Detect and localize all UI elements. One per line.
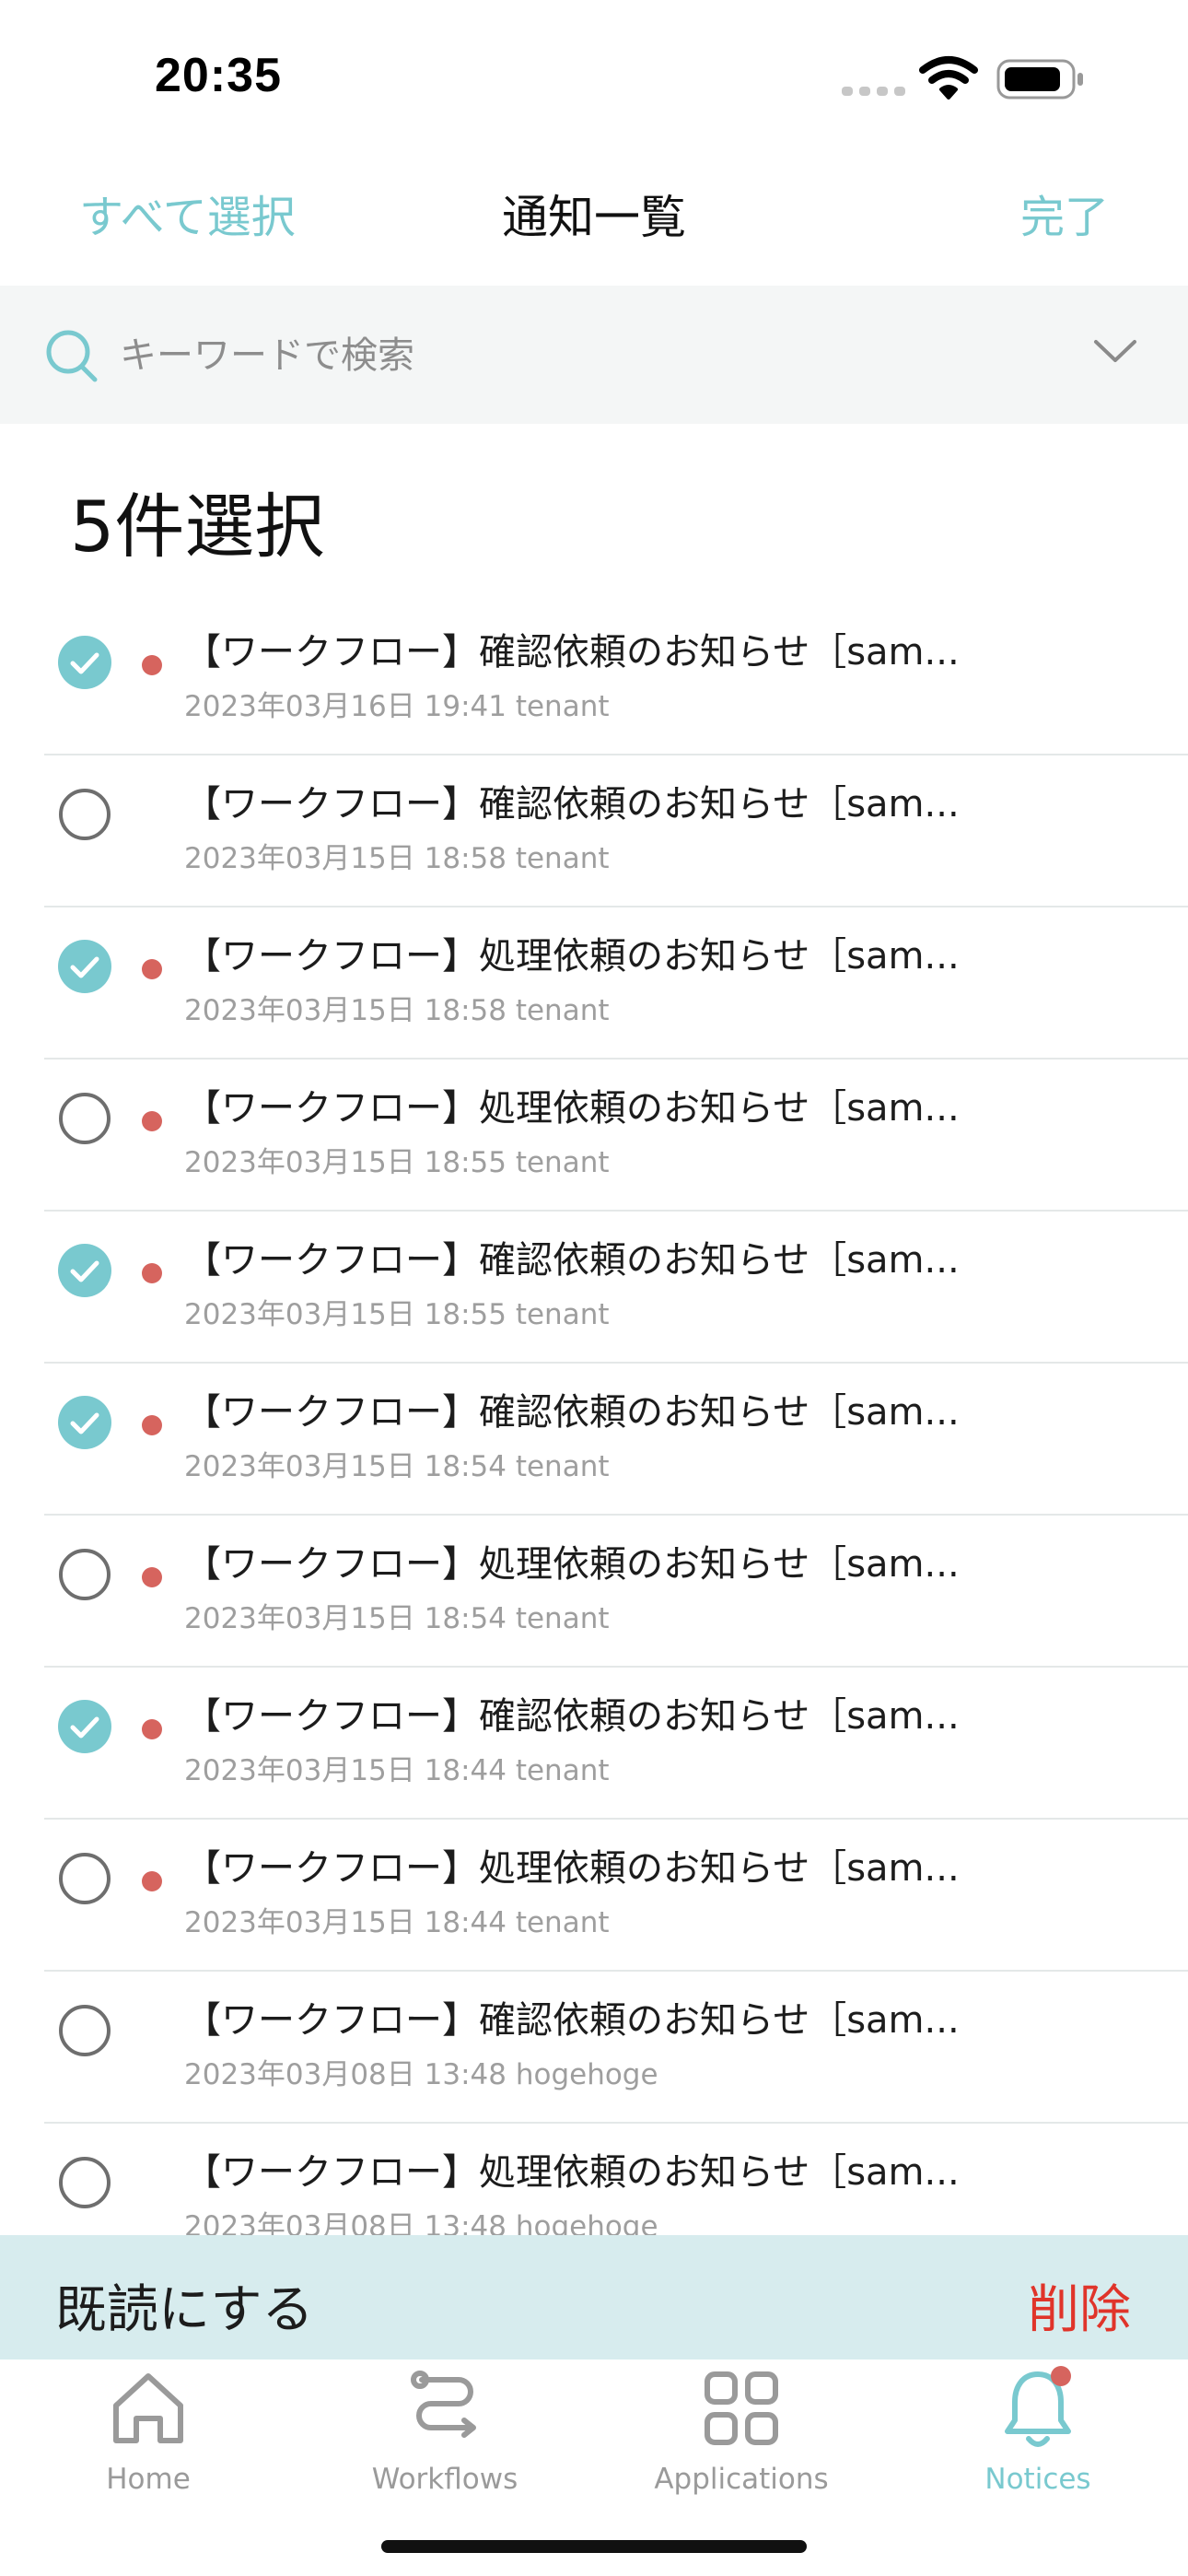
bulk-action-bar: 既読にする 削除 (0, 2235, 1188, 2359)
notice-meta: 2023年03月15日 18:55 tenant (184, 1298, 610, 1331)
notice-row[interactable]: 【ワークフロー】処理依頼のお知らせ［sam... 2023年03月15日 18:4… (0, 1820, 1188, 1972)
tab-label: Notices (984, 2463, 1091, 2496)
search-icon (46, 330, 98, 382)
tab-workflows[interactable]: Workflows (297, 2359, 593, 2507)
notice-meta: 2023年03月08日 13:48 hogehoge (184, 2058, 658, 2091)
unread-dot-icon (142, 1567, 162, 1587)
unread-dot-icon (142, 959, 162, 979)
checked-circle-icon[interactable] (57, 1395, 112, 1450)
unchecked-circle-icon[interactable] (57, 1091, 112, 1146)
page-title: 通知一覧 (502, 191, 686, 244)
chevron-down-icon[interactable] (1092, 337, 1138, 365)
notice-meta: 2023年03月15日 18:54 tenant (184, 1602, 610, 1635)
search-input[interactable] (120, 330, 949, 381)
status-time: 20:35 (155, 49, 282, 102)
mark-as-read-button[interactable]: 既読にする (55, 2268, 314, 2343)
notice-title: 【ワークフロー】処理依頼のお知らせ［sam... (184, 2151, 960, 2194)
notice-meta: 2023年03月15日 18:58 tenant (184, 842, 610, 875)
battery-icon (996, 59, 1083, 100)
unread-dot-icon (142, 1415, 162, 1435)
notice-meta: 2023年03月15日 18:55 tenant (184, 1146, 610, 1179)
notice-row[interactable]: 【ワークフロー】確認依頼のお知らせ［sam... 2023年03月08日 13:4… (0, 1972, 1188, 2124)
notice-meta: 2023年03月15日 18:54 tenant (184, 1450, 610, 1483)
home-indicator (381, 2540, 807, 2553)
notice-row[interactable]: 【ワークフロー】確認依頼のお知らせ［sam... 2023年03月15日 18:5… (0, 755, 1188, 907)
checked-circle-icon[interactable] (57, 1699, 112, 1754)
unchecked-circle-icon[interactable] (57, 2003, 112, 2058)
notice-row[interactable]: 【ワークフロー】確認依頼のお知らせ［sam... 2023年03月15日 18:5… (0, 1364, 1188, 1516)
tab-notices[interactable]: Notices (890, 2359, 1186, 2507)
unread-dot-icon (142, 1111, 162, 1131)
tab-home[interactable]: Home (0, 2359, 297, 2507)
done-button[interactable]: 完了 (1020, 181, 1109, 245)
notice-title: 【ワークフロー】確認依頼のお知らせ［sam... (184, 1239, 960, 1282)
notice-meta: 2023年03月15日 18:44 tenant (184, 1754, 610, 1787)
search-bar (0, 286, 1188, 424)
checked-circle-icon[interactable] (57, 939, 112, 994)
unchecked-circle-icon[interactable] (57, 1851, 112, 1906)
unread-dot-icon (142, 1719, 162, 1739)
applications-icon (705, 2371, 778, 2445)
tab-label: Applications (654, 2463, 829, 2496)
notice-row[interactable]: 【ワークフロー】処理依頼のお知らせ［sam... 2023年03月15日 18:5… (0, 1516, 1188, 1668)
unread-dot-icon (142, 655, 162, 675)
unchecked-circle-icon[interactable] (57, 2155, 112, 2210)
notice-meta: 2023年03月15日 18:58 tenant (184, 994, 610, 1027)
notice-title: 【ワークフロー】処理依頼のお知らせ［sam... (184, 1087, 960, 1130)
notice-meta: 2023年03月16日 19:41 tenant (184, 690, 610, 723)
unread-dot-icon (142, 1871, 162, 1891)
notice-title: 【ワークフロー】確認依頼のお知らせ［sam... (184, 1999, 960, 2042)
notice-title: 【ワークフロー】確認依頼のお知らせ［sam... (184, 631, 960, 673)
notice-title: 【ワークフロー】確認依頼のお知らせ［sam... (184, 783, 960, 825)
checked-circle-icon[interactable] (57, 1243, 112, 1298)
notice-row[interactable]: 【ワークフロー】確認依頼のお知らせ［sam... 2023年03月16日 19:4… (0, 603, 1188, 755)
notice-row[interactable]: 【ワークフロー】処理依頼のお知らせ［sam... 2023年03月15日 18:5… (0, 1060, 1188, 1212)
notice-row[interactable]: 【ワークフロー】確認依頼のお知らせ［sam... 2023年03月15日 18:5… (0, 1212, 1188, 1364)
delete-button[interactable]: 削除 (1028, 2268, 1131, 2343)
notice-meta: 2023年03月15日 18:44 tenant (184, 1906, 610, 1939)
status-bar: 20:35 (0, 0, 1188, 147)
tab-label: Workflows (371, 2463, 518, 2496)
notice-title: 【ワークフロー】確認依頼のお知らせ［sam... (184, 1391, 960, 1434)
notice-row[interactable]: 【ワークフロー】確認依頼のお知らせ［sam... 2023年03月15日 18:4… (0, 1668, 1188, 1820)
selection-count: 5件選択 (70, 486, 325, 568)
unchecked-circle-icon[interactable] (57, 787, 112, 842)
unchecked-circle-icon[interactable] (57, 1547, 112, 1602)
notice-list: 【ワークフロー】確認依頼のお知らせ［sam... 2023年03月16日 19:4… (0, 603, 1188, 2276)
notification-badge (1051, 2366, 1071, 2386)
unread-dot-icon (142, 1263, 162, 1283)
workflows-icon (411, 2371, 476, 2438)
home-icon (113, 2373, 183, 2443)
notice-title: 【ワークフロー】処理依頼のお知らせ［sam... (184, 935, 960, 978)
bell-icon (1005, 2366, 1071, 2447)
checked-circle-icon[interactable] (57, 635, 112, 690)
tab-label: Home (106, 2463, 191, 2496)
tab-applications[interactable]: Applications (593, 2359, 890, 2507)
notice-title: 【ワークフロー】処理依頼のお知らせ［sam... (184, 1543, 960, 1586)
notice-title: 【ワークフロー】確認依頼のお知らせ［sam... (184, 1695, 960, 1738)
wifi-icon (919, 56, 978, 100)
notice-title: 【ワークフロー】処理依頼のお知らせ［sam... (184, 1847, 960, 1890)
notice-row[interactable]: 【ワークフロー】処理依頼のお知らせ［sam... 2023年03月15日 18:5… (0, 907, 1188, 1060)
cellular-signal-icon (842, 87, 905, 96)
